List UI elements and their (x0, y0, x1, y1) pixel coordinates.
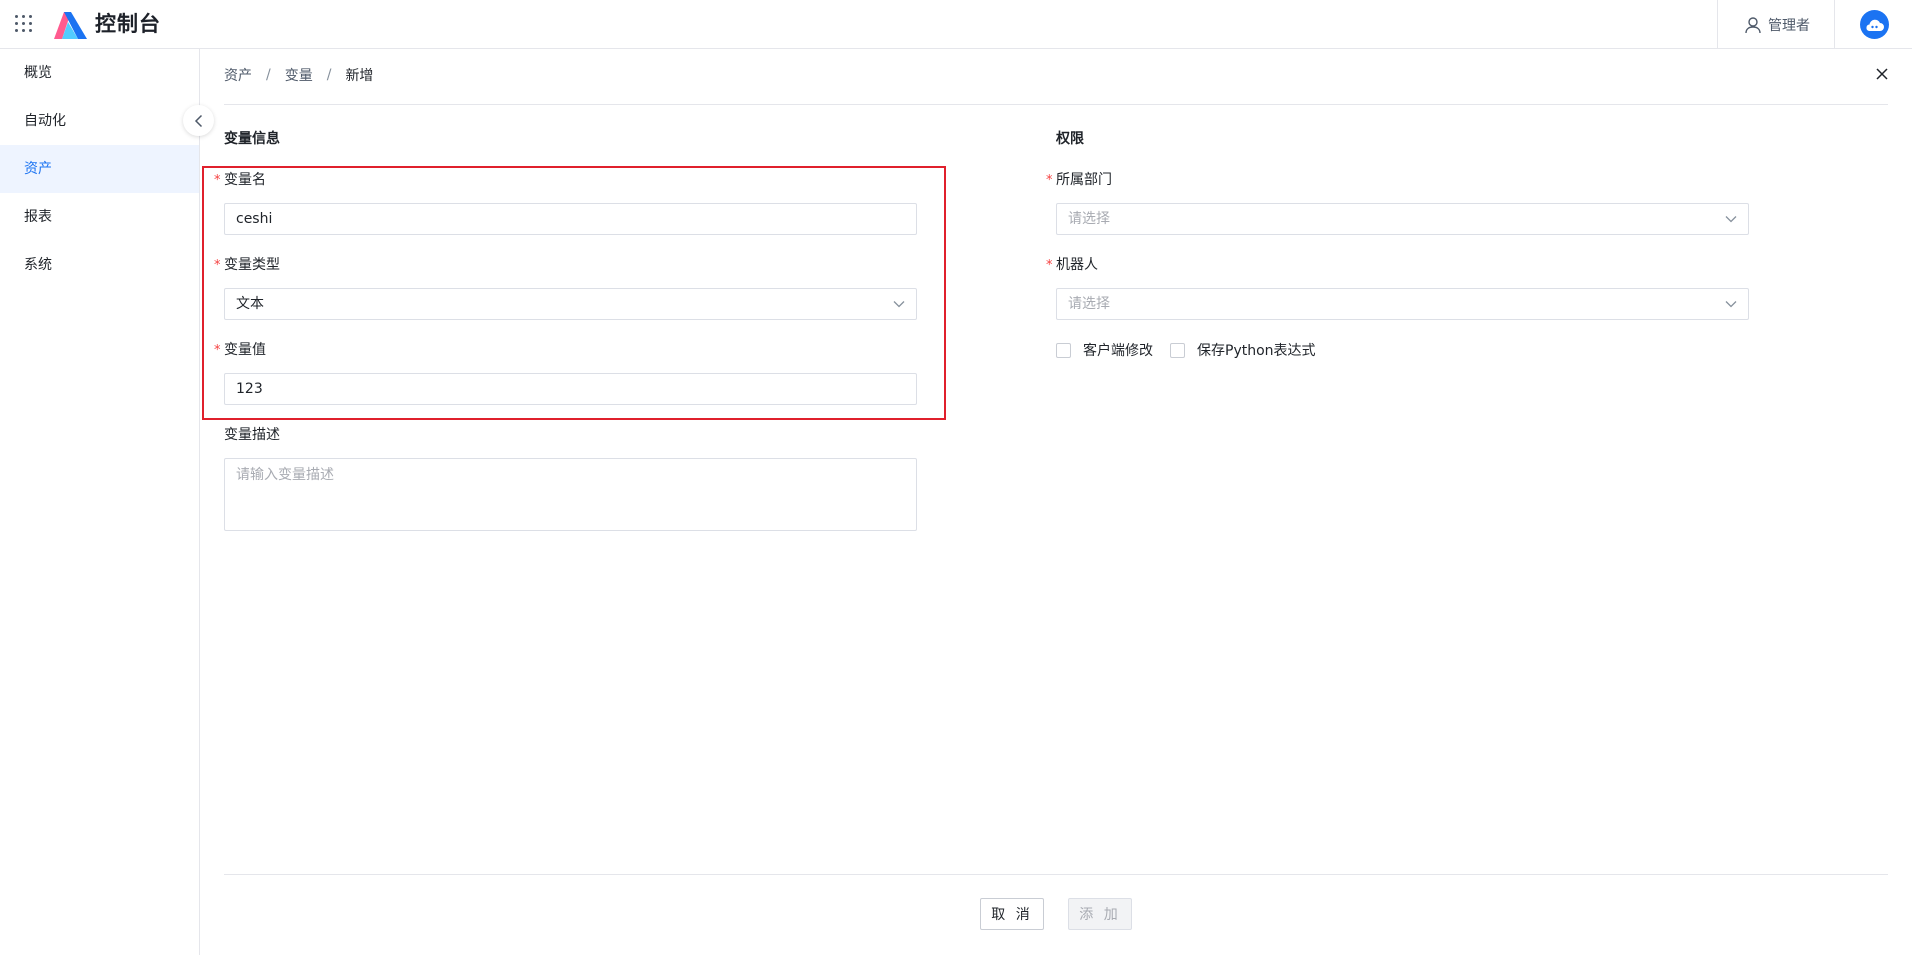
breadcrumb-assets[interactable]: 资产 (224, 65, 252, 85)
header-divider (1717, 0, 1718, 49)
variable-description-textarea[interactable]: 请输入变量描述 (224, 458, 917, 531)
robot-placeholder: 请选择 (1068, 296, 1110, 312)
required-mark: * (214, 173, 221, 188)
robot-label: 机器人 (1056, 257, 1098, 273)
breadcrumb-current: 新增 (345, 68, 374, 84)
chevron-down-icon (1725, 216, 1737, 223)
variable-name-label: 变量名 (224, 172, 266, 188)
variable-description-label: 变量描述 (224, 427, 280, 443)
required-mark: * (214, 343, 221, 358)
breadcrumb-variables[interactable]: 变量 (285, 65, 313, 85)
variable-type-select[interactable]: 文本 (224, 288, 917, 320)
section-title-permissions: 权限 (1056, 131, 1084, 147)
variable-type-value: 文本 (236, 296, 264, 312)
variable-value-input[interactable]: 123 (224, 373, 917, 405)
brand-title: 控制台 (95, 12, 161, 36)
department-label: 所属部门 (1056, 172, 1112, 188)
admin-label: 管理者 (1768, 18, 1810, 34)
variable-type-label: 变量类型 (224, 257, 280, 273)
save-python-label: 保存Python表达式 (1197, 343, 1316, 359)
top-header: 控制台 管理者 (0, 0, 1912, 49)
sidebar-item-automation[interactable]: 自动化 (0, 97, 199, 145)
add-button[interactable]: 添 加 (1068, 898, 1132, 930)
apps-grid-icon[interactable] (15, 15, 34, 34)
variable-value-label: 变量值 (224, 342, 266, 358)
admin-menu[interactable]: 管理者 (1744, 14, 1810, 36)
breadcrumb-separator: / (266, 67, 271, 83)
department-placeholder: 请选择 (1068, 211, 1110, 227)
required-mark: * (1046, 173, 1053, 188)
chevron-down-icon (893, 301, 905, 308)
sidebar-item-assets[interactable]: 资产 (0, 145, 199, 193)
breadcrumb-separator: / (326, 67, 332, 83)
variable-name-value: ceshi (236, 211, 273, 227)
chevron-left-icon (194, 114, 202, 127)
checkbox-box[interactable] (1056, 342, 1071, 358)
department-select[interactable]: 请选择 (1056, 203, 1749, 235)
section-title-variable-info: 变量信息 (224, 131, 280, 147)
variable-description-placeholder: 请输入变量描述 (236, 467, 334, 483)
user-icon (1745, 17, 1761, 34)
close-icon[interactable] (1874, 66, 1890, 82)
variable-name-input[interactable]: ceshi (224, 203, 917, 235)
variable-value-value: 123 (236, 381, 263, 397)
sidebar-item-overview[interactable]: 概览 (0, 49, 199, 97)
required-mark: * (1046, 258, 1053, 273)
brand-logo-icon (54, 12, 87, 39)
client-modify-label: 客户端修改 (1083, 343, 1153, 359)
breadcrumb: 资产 / 变量 / 新增 (224, 65, 373, 85)
cancel-button[interactable]: 取 消 (980, 898, 1044, 930)
divider (224, 874, 1888, 875)
checkbox-box[interactable] (1170, 342, 1185, 358)
robot-cloud-icon (1866, 19, 1884, 31)
required-mark: * (214, 258, 221, 273)
sidebar: 概览 自动化 资产 报表 系统 (0, 49, 200, 955)
sidebar-item-system[interactable]: 系统 (0, 241, 199, 289)
robot-select[interactable]: 请选择 (1056, 288, 1749, 320)
avatar[interactable] (1860, 10, 1889, 39)
sidebar-collapse-button[interactable] (183, 105, 214, 136)
divider (224, 104, 1888, 105)
chevron-down-icon (1725, 301, 1737, 308)
save-python-checkbox[interactable]: 保存Python表达式 (1170, 340, 1316, 360)
sidebar-item-reports[interactable]: 报表 (0, 193, 199, 241)
client-modify-checkbox[interactable]: 客户端修改 (1056, 340, 1153, 360)
header-divider (1834, 0, 1835, 49)
